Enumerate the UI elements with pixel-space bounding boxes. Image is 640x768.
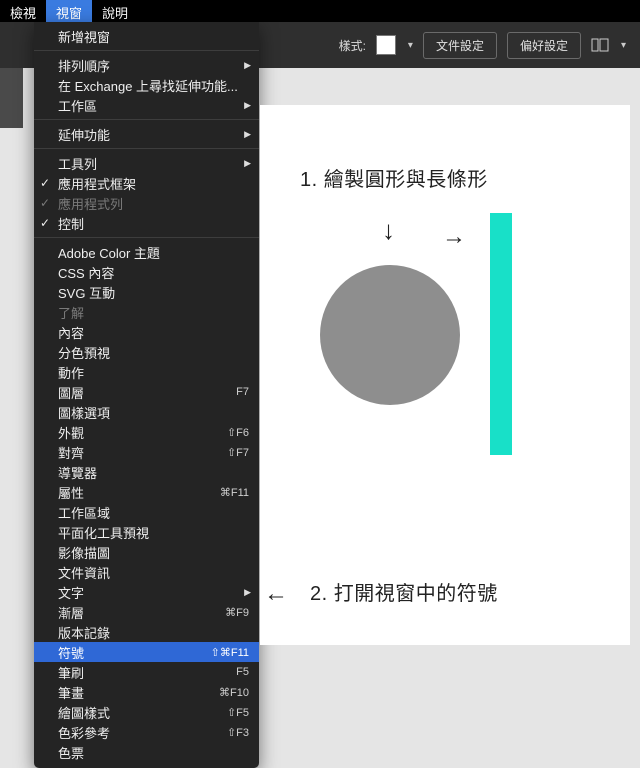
menu-separator (34, 237, 259, 238)
menu-view[interactable]: 檢視 (0, 0, 46, 22)
menu-gradient[interactable]: 漸層⌘F9 (34, 602, 259, 622)
menu-toolbar[interactable]: 工具列 (34, 153, 259, 173)
menu-navigator[interactable]: 導覽器 (34, 462, 259, 482)
menu-control[interactable]: ✓控制 (34, 213, 259, 233)
menu-new-window[interactable]: 新增視窗 (34, 26, 259, 46)
drawn-bar (490, 213, 512, 455)
menu-learn: 了解 (34, 302, 259, 322)
arrow-right-icon: → (442, 223, 466, 251)
menu-attributes[interactable]: 屬性⌘F11 (34, 482, 259, 502)
menu-separator (34, 119, 259, 120)
checkmark-icon: ✓ (40, 196, 50, 210)
menu-adobe-color[interactable]: Adobe Color 主題 (34, 242, 259, 262)
menu-artboards[interactable]: 工作區域 (34, 502, 259, 522)
style-label: 樣式: (339, 37, 366, 54)
checkmark-icon: ✓ (40, 216, 50, 230)
menu-symbols[interactable]: 符號⇧⌘F11 (34, 642, 259, 662)
menu-type[interactable]: 文字 (34, 582, 259, 602)
menu-separator (34, 50, 259, 51)
arrow-left-icon: ← (264, 580, 288, 608)
menu-actions[interactable]: 動作 (34, 362, 259, 382)
menu-drawing-modes[interactable]: 繪圖樣式⇧F5 (34, 702, 259, 722)
document-setup-button[interactable]: 文件設定 (423, 32, 497, 59)
menu-doc-info[interactable]: 文件資訊 (34, 562, 259, 582)
preferences-button[interactable]: 偏好設定 (507, 32, 581, 59)
annotation-step-1: 1. 繪製圓形與長條形 (300, 163, 488, 192)
menu-image-trace[interactable]: 影像描圖 (34, 542, 259, 562)
style-dropdown-icon[interactable]: ▾ (408, 40, 413, 51)
menu-version-history[interactable]: 版本記錄 (34, 622, 259, 642)
menu-svg[interactable]: SVG 互動 (34, 282, 259, 302)
menu-pencil[interactable]: 筆畫⌘F10 (34, 682, 259, 702)
style-swatch[interactable] (376, 35, 396, 55)
window-menu-dropdown: 新增視窗 排列順序 在 Exchange 上尋找延伸功能... 工作區 延伸功能… (34, 22, 259, 768)
menu-app-frame[interactable]: ✓應用程式框架 (34, 173, 259, 193)
panel-toggle-dropdown-icon[interactable]: ▾ (621, 40, 626, 51)
menu-layers[interactable]: 圖層F7 (34, 382, 259, 402)
artboard: 1. 繪製圓形與長條形 ↓ → ← 2. 打開視窗中的符號 (260, 105, 630, 645)
menu-css[interactable]: CSS 內容 (34, 262, 259, 282)
menu-brushes[interactable]: 筆刷F5 (34, 662, 259, 682)
menu-align[interactable]: 對齊⇧F7 (34, 442, 259, 462)
menu-color-guide[interactable]: 色彩參考⇧F3 (34, 722, 259, 742)
menu-swatches[interactable]: 色票 (34, 742, 259, 762)
menu-exchange[interactable]: 在 Exchange 上尋找延伸功能... (34, 75, 259, 95)
menubar: 檢視 視窗 說明 (0, 0, 640, 22)
menu-content[interactable]: 內容 (34, 322, 259, 342)
arrow-down-icon: ↓ (382, 215, 395, 246)
tool-panel-strip (0, 68, 23, 128)
menu-help[interactable]: 說明 (92, 0, 138, 22)
menu-arrange[interactable]: 排列順序 (34, 55, 259, 75)
menu-separation-preview[interactable]: 分色預視 (34, 342, 259, 362)
drawn-circle (320, 265, 460, 405)
panel-toggle-icon[interactable] (591, 38, 609, 52)
menu-flattener[interactable]: 平面化工具預視 (34, 522, 259, 542)
menu-separator (34, 148, 259, 149)
menu-graphic-styles[interactable]: 圖樣選項 (34, 402, 259, 422)
menu-workspace[interactable]: 工作區 (34, 95, 259, 115)
menu-window[interactable]: 視窗 (46, 0, 92, 22)
menu-app-bar: ✓應用程式列 (34, 193, 259, 213)
checkmark-icon: ✓ (40, 176, 50, 190)
menu-extensions[interactable]: 延伸功能 (34, 124, 259, 144)
annotation-step-2: 2. 打開視窗中的符號 (310, 577, 498, 606)
menu-appearance[interactable]: 外觀⇧F6 (34, 422, 259, 442)
